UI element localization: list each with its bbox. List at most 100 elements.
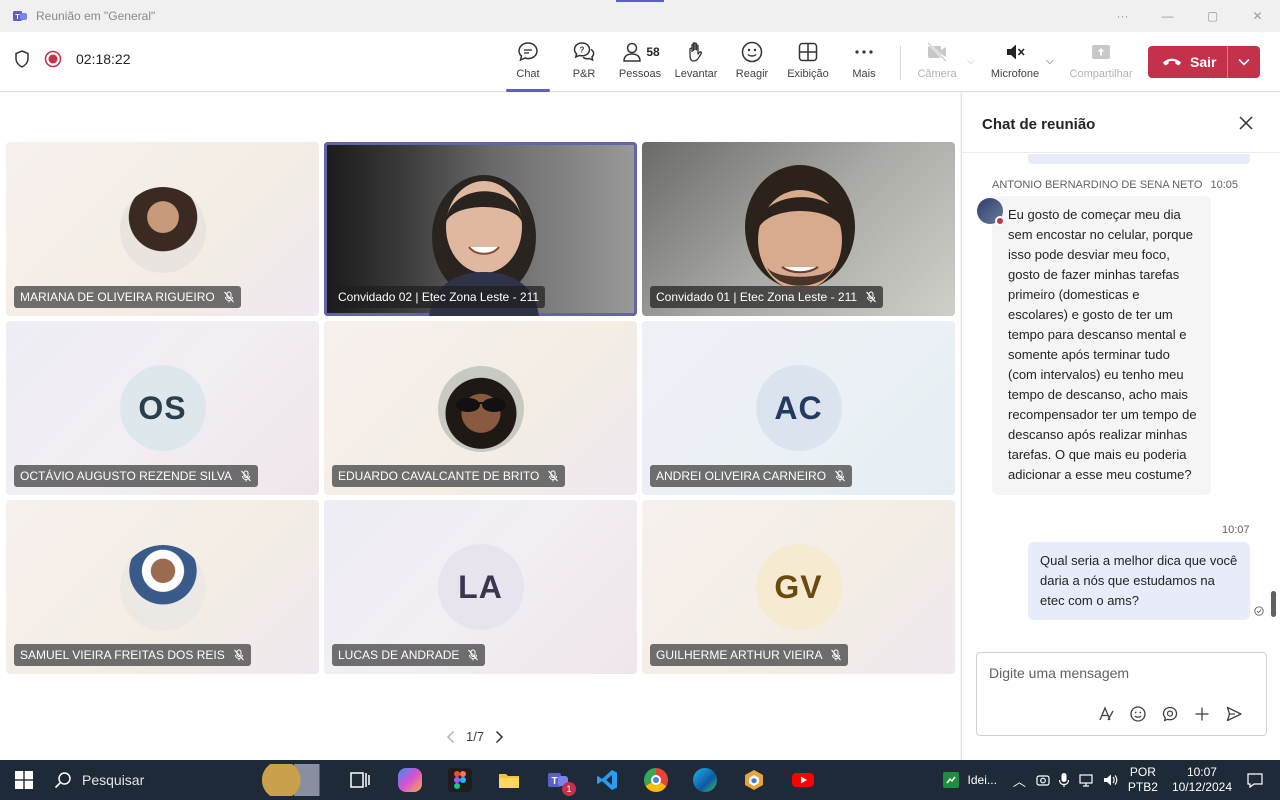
clock[interactable]: 10:07 10/12/2024 <box>1172 765 1232 795</box>
qa-label: P&R <box>572 68 596 80</box>
ideias-app-icon <box>942 772 959 788</box>
tray-app-label: Idei... <box>967 773 997 787</box>
teams-taskbar-icon[interactable]: T 1 <box>546 768 576 796</box>
youtube-icon[interactable] <box>791 768 815 792</box>
share-button[interactable]: Compartilhar <box>1070 40 1132 88</box>
chevron-right-icon[interactable] <box>494 730 504 744</box>
message-bubble-incoming: Eu gosto de começar meu dia sem encostar… <box>992 196 1211 495</box>
leave-button[interactable]: Sair <box>1148 46 1260 78</box>
meeting-toolbar: 02:18:22 Chat ? P&R 58 Pessoas Levantar … <box>0 32 1280 92</box>
meeting-chat-panel: Chat de reunião ANTONIO BERNARDINO DE SE… <box>961 93 1280 760</box>
message-time: 10:07 <box>1222 524 1250 536</box>
emoji-icon[interactable] <box>1129 705 1147 723</box>
app-cube-icon[interactable] <box>742 768 766 792</box>
participant-tile[interactable]: LA LUCAS DE ANDRADE <box>324 500 637 674</box>
grid-view-icon <box>798 42 818 62</box>
chrome-icon[interactable] <box>644 768 668 792</box>
participant-tile[interactable]: AC ANDREI OLIVEIRA CARNEIRO <box>642 321 955 495</box>
clock-date: 10/12/2024 <box>1171 780 1232 794</box>
teams-notification-badge: 1 <box>562 782 576 796</box>
format-text-icon[interactable] <box>1097 705 1115 723</box>
message-time: 10:05 <box>1210 179 1238 191</box>
chat-messages[interactable]: ANTONIO BERNARDINO DE SENA NETO 10:05 Eu… <box>962 154 1280 694</box>
minimize-button[interactable]: — <box>1145 0 1190 32</box>
shield-icon[interactable] <box>14 50 30 68</box>
speaker-muted-icon <box>1007 44 1025 60</box>
start-button[interactable] <box>0 760 48 800</box>
maximize-button[interactable]: ▢ <box>1190 0 1235 32</box>
file-explorer-icon[interactable] <box>497 768 521 792</box>
mic-off-icon <box>233 649 244 661</box>
chat-label: Chat <box>516 68 540 80</box>
vscode-icon[interactable] <box>595 768 619 792</box>
camera-tray-icon[interactable] <box>1036 773 1050 787</box>
microphone-options-chevron-icon[interactable]: ⌵ <box>1046 56 1054 67</box>
people-label: Pessoas <box>618 68 662 80</box>
participant-video-tile[interactable]: Convidado 02 | Etec Zona Leste - 211 <box>324 142 637 316</box>
participant-name: Convidado 02 | Etec Zona Leste - 211 <box>338 290 540 304</box>
mic-off-icon <box>831 649 842 661</box>
chat-button[interactable]: Chat <box>500 40 556 92</box>
participant-nametag: Convidado 02 | Etec Zona Leste - 211 <box>332 286 546 308</box>
microphone-tray-icon[interactable] <box>1058 772 1070 788</box>
camera-off-icon <box>927 42 947 62</box>
participant-video-tile[interactable]: Convidado 01 | Etec Zona Leste - 211 <box>642 142 955 316</box>
chat-scrollbar[interactable] <box>1271 591 1276 617</box>
language-indicator[interactable]: POR PTB2 <box>1128 765 1158 795</box>
close-window-button[interactable]: ✕ <box>1235 0 1280 32</box>
raise-hand-icon <box>689 42 703 62</box>
react-button[interactable]: Reagir <box>724 40 780 88</box>
participant-tile[interactable]: EDUARDO CAVALCANTE DE BRITO <box>324 321 637 495</box>
toolbar-separator <box>900 46 901 80</box>
view-button[interactable]: Exibição <box>780 40 836 88</box>
network-icon[interactable] <box>1078 772 1094 788</box>
task-view-icon[interactable] <box>348 768 372 792</box>
more-options-icon[interactable]: ··· <box>1100 0 1145 32</box>
camera-options-chevron-icon[interactable]: ⌵ <box>967 56 975 67</box>
more-button[interactable]: Mais <box>836 40 892 88</box>
participant-photo-avatar <box>119 187 206 273</box>
share-label: Compartilhar <box>1069 68 1133 80</box>
search-placeholder[interactable]: Pesquisar <box>82 772 144 788</box>
participant-tile[interactable]: MARIANA DE OLIVEIRA RIGUEIRO <box>6 142 319 316</box>
message-compose-box[interactable]: Digite uma mensagem <box>976 652 1267 736</box>
volume-icon[interactable] <box>1102 772 1118 788</box>
send-icon[interactable] <box>1225 705 1243 723</box>
close-icon[interactable] <box>1238 115 1254 131</box>
participant-tile[interactable]: SAMUEL VIEIRA FREITAS DOS REIS <box>6 500 319 674</box>
participant-name: MARIANA DE OLIVEIRA RIGUEIRO <box>20 290 215 304</box>
qa-icon: ? <box>573 42 595 62</box>
participant-nametag: GUILHERME ARTHUR VIEIRA <box>650 644 849 666</box>
chevron-left-icon[interactable] <box>446 730 456 744</box>
sunglasses-icon <box>455 398 506 412</box>
participant-initials-avatar: LA <box>437 544 524 630</box>
author-avatar[interactable] <box>977 198 1005 226</box>
camera-button[interactable]: Câmera <box>909 40 965 88</box>
video-stage: MARIANA DE OLIVEIRA RIGUEIRO Convidado 0… <box>0 93 960 760</box>
window-title: Reunião em "General" <box>36 9 156 23</box>
edge-icon[interactable] <box>693 768 717 792</box>
notifications-icon[interactable] <box>1246 771 1264 789</box>
qa-button[interactable]: ? P&R <box>556 40 612 88</box>
person-icon <box>623 42 642 62</box>
raise-hand-button[interactable]: Levantar <box>668 40 724 88</box>
leave-options-chevron-icon[interactable] <box>1228 46 1260 78</box>
compose-placeholder[interactable]: Digite uma mensagem <box>989 665 1129 681</box>
meeting-timer: 02:18:22 <box>76 51 131 67</box>
chevron-up-icon[interactable]: ︿ <box>1013 771 1026 790</box>
figma-icon[interactable] <box>448 768 472 792</box>
smiley-icon <box>741 41 763 63</box>
microphone-button[interactable]: Microfone <box>987 40 1043 88</box>
people-button[interactable]: 58 Pessoas <box>612 40 668 88</box>
mic-off-icon <box>468 649 479 661</box>
participant-nametag: ANDREI OLIVEIRA CARNEIRO <box>650 465 853 487</box>
loop-component-icon[interactable] <box>1161 705 1179 723</box>
participant-tile[interactable]: OS OCTÁVIO AUGUSTO REZENDE SILVA <box>6 321 319 495</box>
participant-photo-avatar <box>119 545 206 631</box>
copilot-icon[interactable] <box>398 768 422 792</box>
participant-tile[interactable]: GV GUILHERME ARTHUR VIEIRA <box>642 500 955 674</box>
search-highlight-image[interactable] <box>262 764 326 796</box>
tray-app[interactable]: Idei... <box>942 771 997 789</box>
plus-icon[interactable] <box>1193 705 1211 723</box>
participant-initials-avatar: OS <box>119 365 206 451</box>
